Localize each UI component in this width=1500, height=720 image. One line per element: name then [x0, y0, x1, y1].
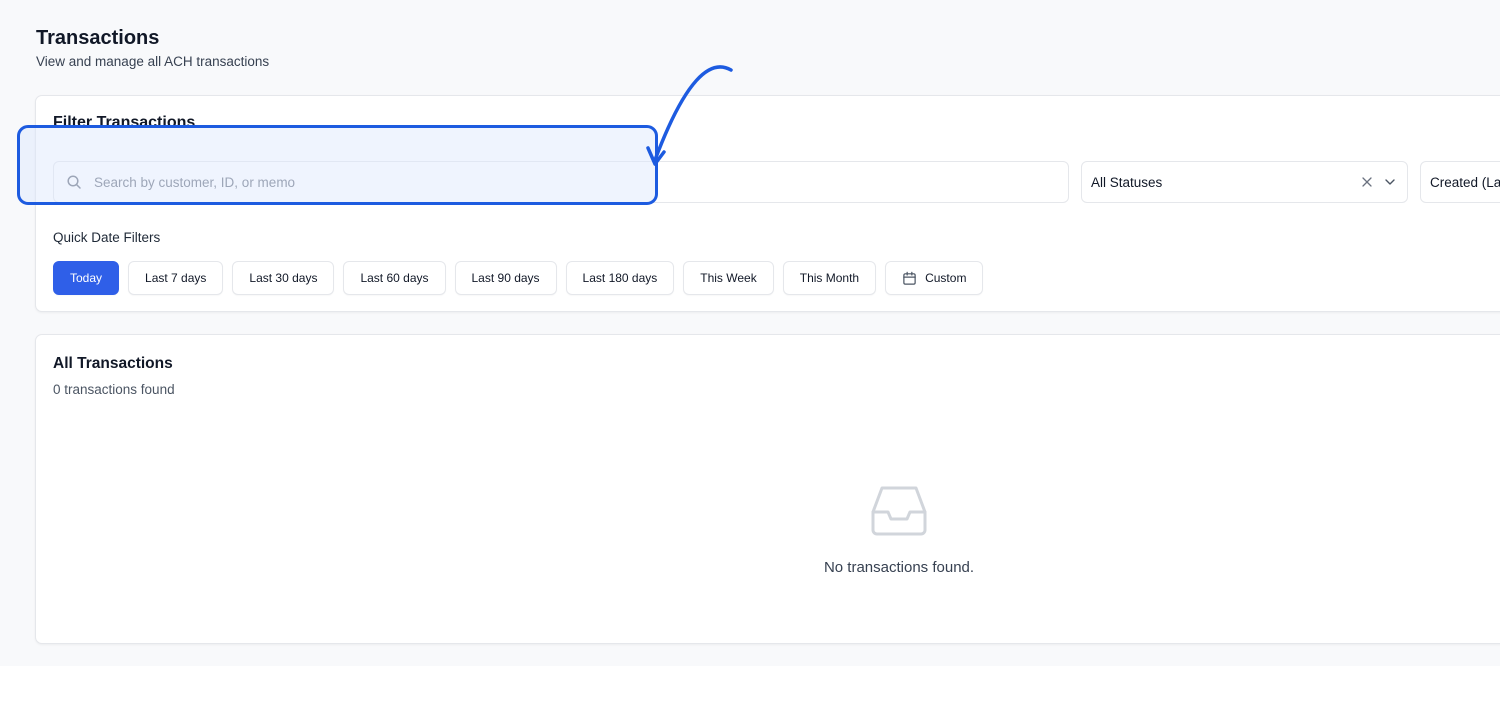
chip-label: Custom: [925, 271, 967, 285]
status-select[interactable]: All Statuses: [1081, 161, 1408, 203]
filter-card: Filter Transactions All Statuses Created…: [35, 95, 1500, 312]
quick-date-last-30-days-button[interactable]: Last 30 days: [232, 261, 335, 295]
sort-select-value: Created (Latest): [1430, 175, 1500, 190]
quick-date-custom-button[interactable]: Custom: [885, 261, 984, 295]
filter-card-title: Filter Transactions: [53, 114, 196, 131]
clear-icon[interactable]: [1360, 175, 1374, 189]
chip-label: This Month: [799, 271, 860, 285]
inbox-icon: [871, 486, 927, 536]
chip-label: Today: [70, 271, 103, 285]
quick-date-last-180-days-button[interactable]: Last 180 days: [565, 261, 675, 295]
transactions-title: All Transactions: [53, 355, 173, 372]
quick-date-filters: Today Last 7 days Last 30 days Last 60 d…: [53, 261, 984, 295]
chip-label: Last 7 days: [145, 271, 207, 285]
transactions-card: All Transactions 0 transactions found No…: [35, 334, 1500, 644]
status-select-value: All Statuses: [1091, 175, 1163, 190]
chip-label: Last 30 days: [249, 271, 318, 285]
chip-label: This Week: [700, 271, 757, 285]
chevron-down-icon[interactable]: [1383, 175, 1397, 189]
transactions-count: 0 transactions found: [53, 382, 175, 397]
quick-date-filters-label: Quick Date Filters: [53, 230, 161, 245]
quick-date-this-month-button[interactable]: This Month: [782, 261, 877, 295]
sort-select[interactable]: Created (Latest): [1420, 161, 1500, 203]
quick-date-last-7-days-button[interactable]: Last 7 days: [128, 261, 224, 295]
quick-date-today-button[interactable]: Today: [53, 261, 120, 295]
empty-state-message: No transactions found.: [823, 559, 975, 576]
chip-label: Last 60 days: [360, 271, 429, 285]
chip-label: Last 180 days: [582, 271, 658, 285]
quick-date-this-week-button[interactable]: This Week: [683, 261, 774, 295]
search-icon: [67, 175, 81, 189]
search-input[interactable]: [94, 162, 1054, 202]
search-box[interactable]: [53, 161, 1069, 203]
page-subtitle: View and manage all ACH transactions: [36, 54, 270, 69]
calendar-icon: [903, 271, 916, 285]
quick-date-last-60-days-button[interactable]: Last 60 days: [343, 261, 446, 295]
transactions-page: Transactions View and manage all ACH tra…: [0, 0, 1500, 666]
chip-label: Last 90 days: [471, 271, 540, 285]
quick-date-last-90-days-button[interactable]: Last 90 days: [454, 261, 557, 295]
page-title: Transactions: [36, 27, 160, 49]
